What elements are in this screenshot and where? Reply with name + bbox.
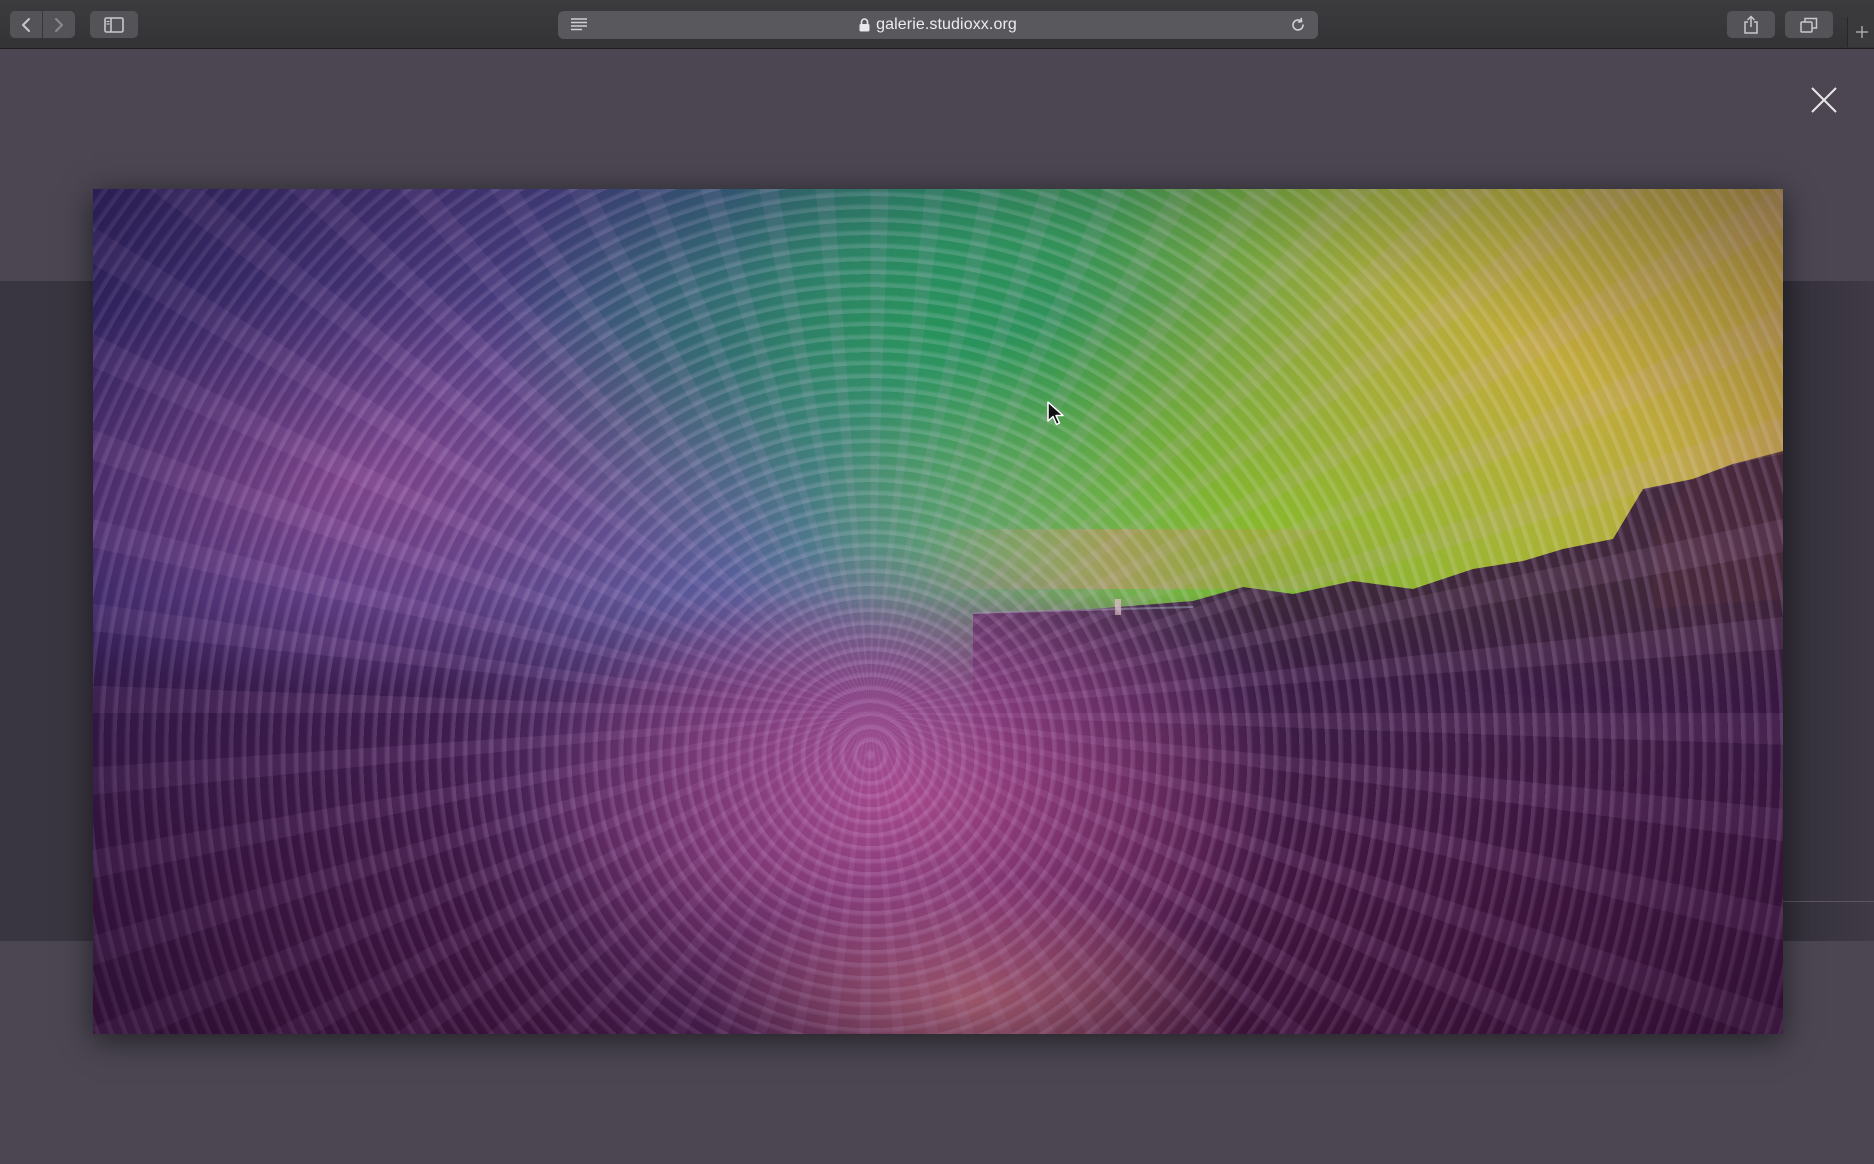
background-divider [1783,901,1874,902]
close-icon [1811,87,1837,113]
tabs-icon [1800,17,1818,33]
tabs-overview-button[interactable] [1785,11,1833,38]
forward-button[interactable] [43,11,75,38]
gallery-image[interactable] [93,189,1783,1034]
browser-window: galerie.studioxx.org [0,0,1874,1164]
chevron-right-icon [55,17,63,32]
new-tab-button[interactable] [1847,17,1874,47]
image-vignette [93,189,1783,1034]
chevron-left-icon [22,17,30,32]
reload-icon[interactable] [1290,17,1306,38]
sidebar-icon [104,16,124,33]
lightbox-overlay[interactable] [0,49,1874,1164]
plus-icon [1855,26,1868,38]
close-button[interactable] [1808,84,1840,116]
lock-icon [859,18,870,32]
address-bar[interactable]: galerie.studioxx.org [558,11,1318,39]
background-page-edge [1783,281,1874,941]
sidebar-button[interactable] [90,11,138,38]
share-icon [1744,14,1758,34]
share-button[interactable] [1727,11,1775,38]
browser-toolbar: galerie.studioxx.org [0,0,1874,49]
back-button[interactable] [10,11,42,38]
url-text: galerie.studioxx.org [876,16,1017,33]
url-display: galerie.studioxx.org [558,11,1318,39]
